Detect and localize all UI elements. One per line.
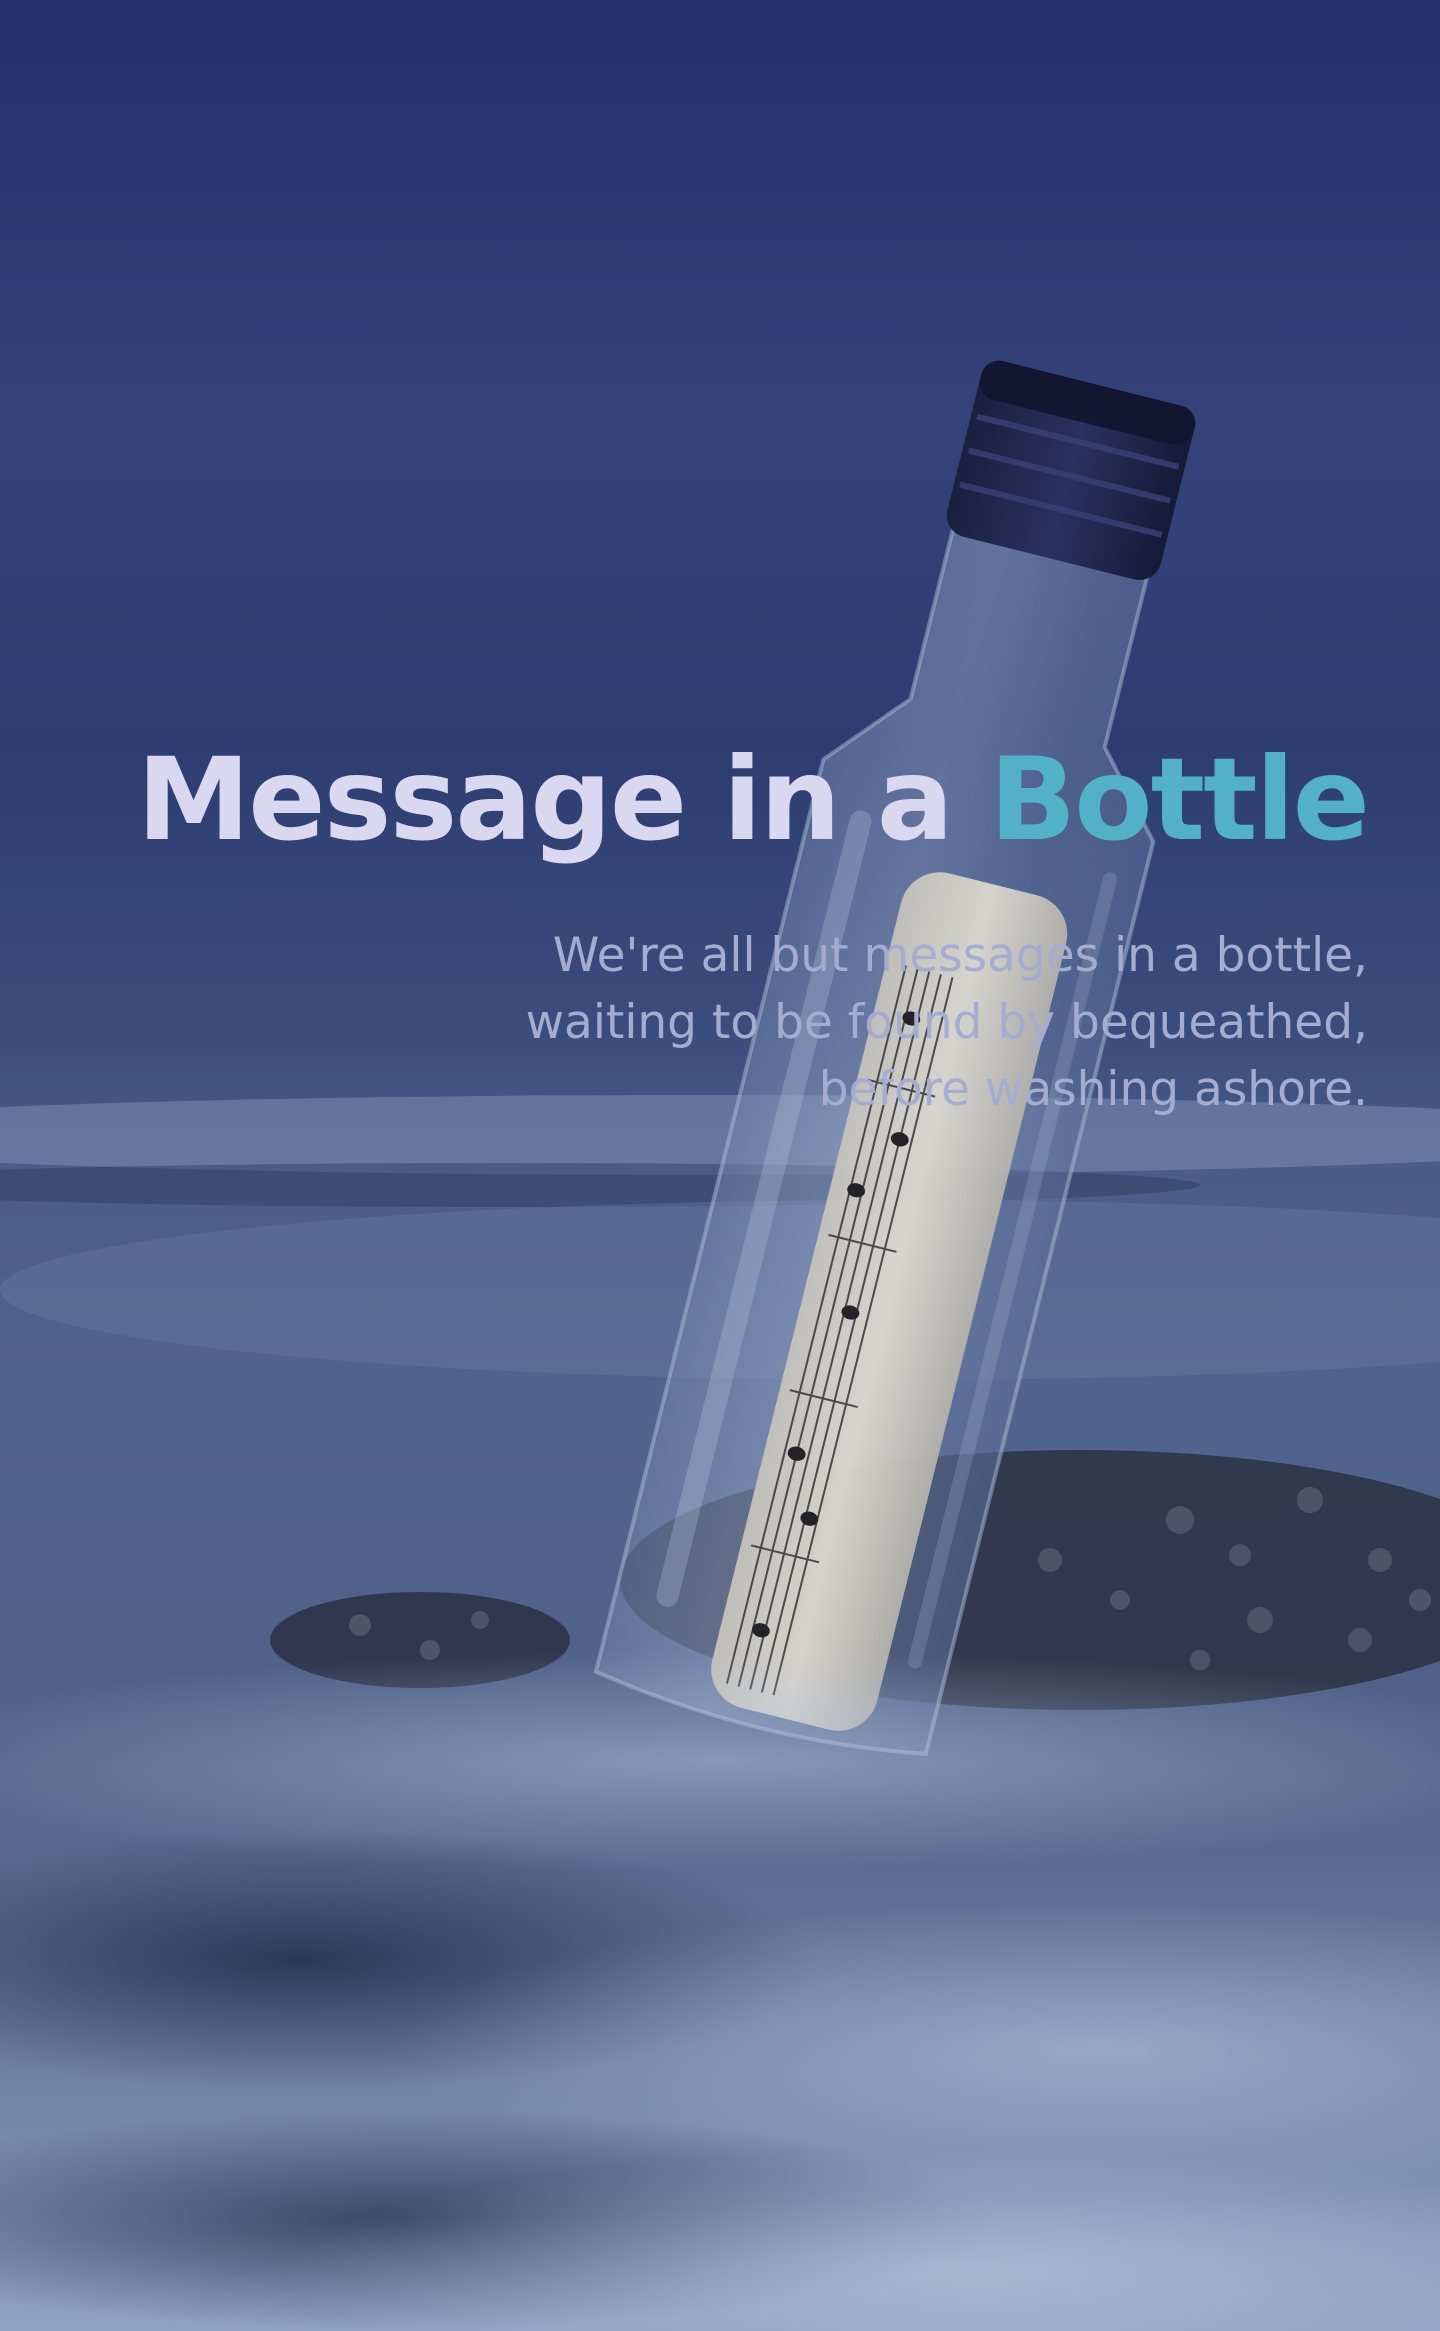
hero-title: Message in a Bottle [68,730,1370,870]
tagline-line: waiting to be found by bequeathed, [525,995,1368,1050]
hero-page: Message in a Bottle We're all but messag… [0,0,1440,2331]
tagline-line: before washing ashore. [818,1062,1368,1117]
hero-text-block: Message in a Bottle We're all but messag… [68,730,1370,1123]
tagline-line: We're all but messages in a bottle, [552,928,1368,983]
bottle-on-beach-photo [0,0,1440,2331]
hero-title-main: Message in a [136,733,954,866]
hero-tagline: We're all but messages in a bottle, wait… [68,922,1368,1123]
hero-title-accent: Bottle [989,733,1370,866]
